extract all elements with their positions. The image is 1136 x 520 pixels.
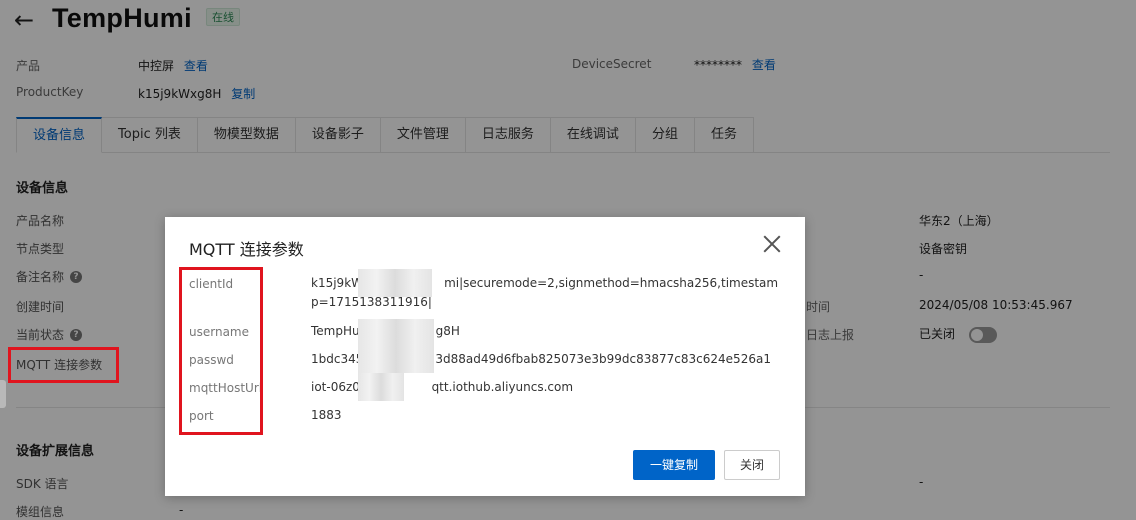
value-visible-start: 1bdc345 xyxy=(311,352,364,366)
close-icon[interactable] xyxy=(763,235,781,253)
side-collapse-handle[interactable] xyxy=(0,380,6,408)
dialog-title: MQTT 连接参数 xyxy=(189,240,304,259)
value-visible-start: TempHu xyxy=(311,324,360,338)
redaction-mosaic xyxy=(358,373,404,401)
redaction-mosaic xyxy=(358,269,432,297)
value-visible-start: 1883 xyxy=(311,408,342,422)
copy-all-button[interactable]: 一键复制 xyxy=(633,450,715,480)
highlight-param-labels-box xyxy=(179,267,263,435)
value-visible-end: qtt.iothub.aliyuncs.com xyxy=(431,380,574,394)
redaction-mosaic xyxy=(358,319,434,345)
param-port-value: 1883 xyxy=(311,406,785,425)
mqtt-params-dialog: MQTT 连接参数 clientId k15j9kWx mi|securemode… xyxy=(165,217,805,496)
value-visible-end: 3d88ad49d6fbab825073e3b99dc83877c83c624e… xyxy=(435,352,771,366)
close-button[interactable]: 关闭 xyxy=(724,450,780,480)
highlight-mqtt-label-box xyxy=(8,347,119,383)
value-visible-end: g8H xyxy=(435,324,460,338)
redaction-mosaic xyxy=(358,345,434,373)
